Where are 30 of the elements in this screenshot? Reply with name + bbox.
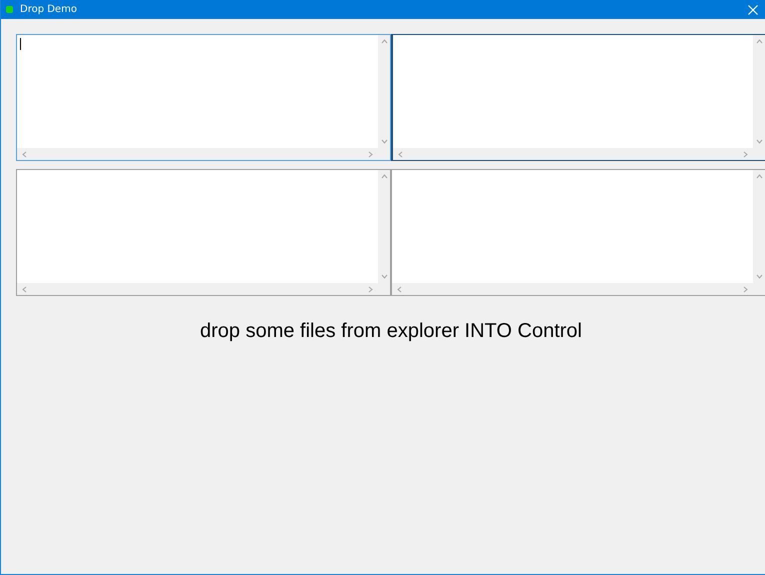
scroll-right-icon[interactable]	[742, 150, 749, 158]
scroll-down-icon[interactable]	[756, 273, 762, 280]
scroll-left-icon[interactable]	[21, 150, 28, 158]
vertical-scrollbar[interactable]	[753, 35, 765, 148]
scroll-up-icon[interactable]	[756, 38, 762, 45]
scroll-down-icon[interactable]	[380, 273, 388, 280]
scroll-down-icon[interactable]	[756, 138, 762, 145]
scroll-left-icon[interactable]	[396, 286, 403, 292]
instruction-text: drop some files from explorer INTO Control	[199, 320, 583, 343]
scroll-down-icon[interactable]	[380, 138, 388, 145]
close-icon[interactable]	[748, 4, 758, 14]
vertical-scrollbar[interactable]	[378, 170, 390, 283]
horizontal-scrollbar[interactable]	[392, 283, 753, 295]
scroll-right-icon[interactable]	[367, 150, 374, 158]
text-area[interactable]	[391, 34, 765, 161]
vertical-scrollbar[interactable]	[753, 170, 765, 283]
text-cursor	[20, 38, 21, 50]
horizontal-scrollbar[interactable]	[17, 148, 378, 160]
app-icon	[6, 6, 13, 13]
scroll-up-icon[interactable]	[380, 38, 388, 45]
scroll-left-icon[interactable]	[21, 286, 28, 292]
window-title: Drop Demo	[20, 4, 78, 15]
scroll-right-icon[interactable]	[367, 286, 374, 292]
horizontal-scrollbar[interactable]	[17, 283, 378, 295]
scroll-left-icon[interactable]	[397, 150, 404, 158]
horizontal-scrollbar[interactable]	[393, 148, 753, 160]
scroll-right-icon[interactable]	[742, 286, 749, 292]
vertical-scrollbar[interactable]	[378, 35, 390, 148]
scroll-up-icon[interactable]	[756, 173, 762, 180]
scroll-up-icon[interactable]	[380, 173, 388, 180]
